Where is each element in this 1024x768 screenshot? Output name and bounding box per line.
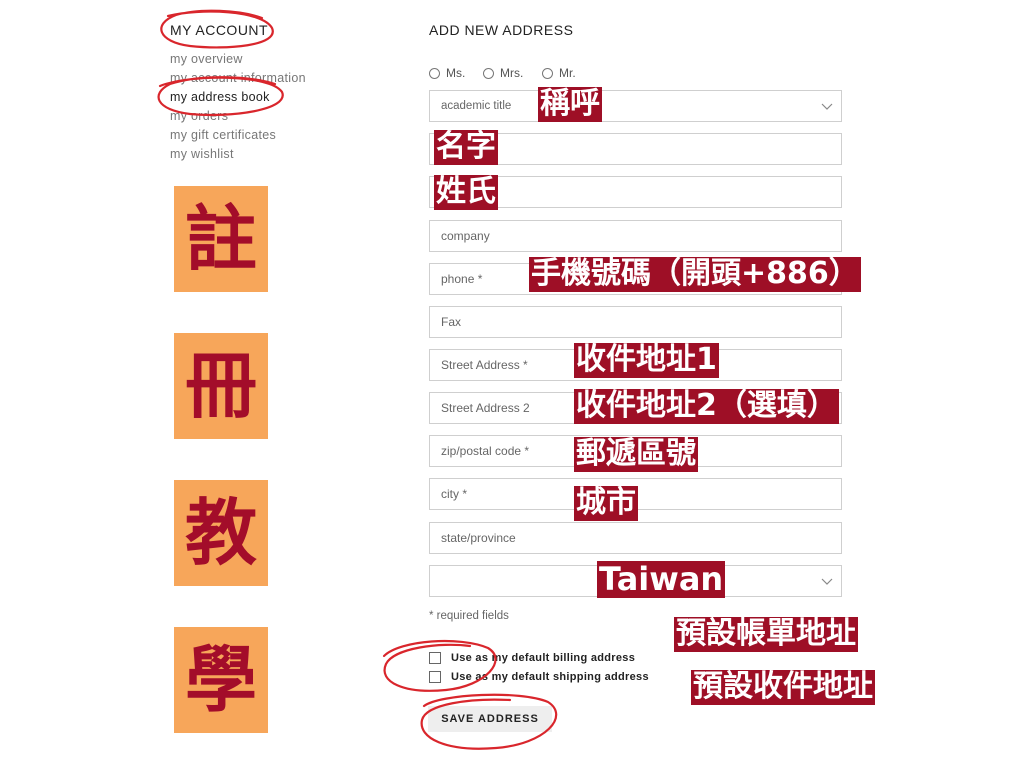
my-account-heading: MY ACCOUNT <box>170 22 269 38</box>
default-shipping-label: Use as my default shipping address <box>451 671 649 683</box>
chevron-down-icon <box>821 103 833 110</box>
street-address-placeholder: Street Address * <box>441 358 528 372</box>
radio-circle-icon <box>429 67 440 79</box>
company-placeholder: company <box>441 229 490 243</box>
annotation-street-address-2: 收件地址2（選填） <box>574 388 839 424</box>
save-address-button[interactable]: SAVE ADDRESS <box>428 706 552 732</box>
annotation-street-address: 收件地址1 <box>574 342 719 378</box>
nav-item-orders[interactable]: my orders <box>170 107 306 126</box>
salutation-mr-label: Mr. <box>559 66 576 80</box>
academic-title-select[interactable]: academic title <box>429 90 842 122</box>
circle-checkboxes <box>382 639 497 692</box>
nav-item-address-book[interactable]: my address book <box>170 88 306 107</box>
salutation-mrs-radio[interactable]: Mrs. <box>483 66 523 80</box>
company-field[interactable]: company <box>429 220 842 252</box>
nav-item-account-information[interactable]: my account information <box>170 69 306 88</box>
salutation-ms-label: Ms. <box>446 66 466 80</box>
checkbox-icon <box>429 652 441 664</box>
zip-code-placeholder: zip/postal code * <box>441 444 530 458</box>
default-billing-label: Use as my default billing address <box>451 652 636 664</box>
required-fields-note: * required fields <box>429 610 509 622</box>
fax-field[interactable]: Fax <box>429 306 842 338</box>
city-placeholder: city * <box>441 487 468 501</box>
default-billing-checkbox[interactable]: Use as my default billing address <box>429 652 635 664</box>
nav-item-wishlist[interactable]: my wishlist <box>170 145 306 164</box>
state-province-field[interactable]: state/province <box>429 522 842 554</box>
academic-title-placeholder: academic title <box>441 100 512 112</box>
default-shipping-checkbox[interactable]: Use as my default shipping address <box>429 671 649 683</box>
tile-register-char-2: 冊 <box>174 333 268 439</box>
nav-item-overview[interactable]: my overview <box>170 50 306 69</box>
form-title: ADD NEW ADDRESS <box>429 22 574 38</box>
nav-item-gift-certificates[interactable]: my gift certificates <box>170 126 306 145</box>
annotation-phone: 手機號碼（開頭+886） <box>529 256 861 292</box>
annotation-default-billing: 預設帳單地址 <box>674 616 858 652</box>
annotation-default-shipping: 預設收件地址 <box>691 669 875 705</box>
salutation-mrs-label: Mrs. <box>500 66 524 80</box>
annotation-last-name: 姓氏 <box>434 174 498 210</box>
salutation-ms-radio[interactable]: Ms. <box>429 66 465 80</box>
checkbox-icon <box>429 671 441 683</box>
tile-tutorial-char-1: 教 <box>174 480 268 586</box>
state-province-placeholder: state/province <box>441 531 516 545</box>
phone-placeholder: phone * <box>441 272 483 286</box>
fax-placeholder: Fax <box>441 315 462 329</box>
annotation-city: 城市 <box>574 485 638 521</box>
account-nav: my overview my account information my ad… <box>170 50 306 164</box>
annotation-first-name: 名字 <box>434 129 498 165</box>
tile-register-char-1: 註 <box>174 186 268 292</box>
chevron-down-icon <box>821 578 833 585</box>
salutation-mr-radio[interactable]: Mr. <box>542 66 576 80</box>
radio-circle-icon <box>483 67 494 79</box>
annotation-zip-code: 郵遞區號 <box>574 436 698 472</box>
street-address-2-placeholder: Street Address 2 <box>441 401 530 415</box>
annotation-salutation: 稱呼 <box>538 86 602 122</box>
tile-tutorial-char-2: 學 <box>174 627 268 733</box>
radio-circle-icon <box>542 67 553 79</box>
annotation-country: Taiwan <box>597 560 726 598</box>
